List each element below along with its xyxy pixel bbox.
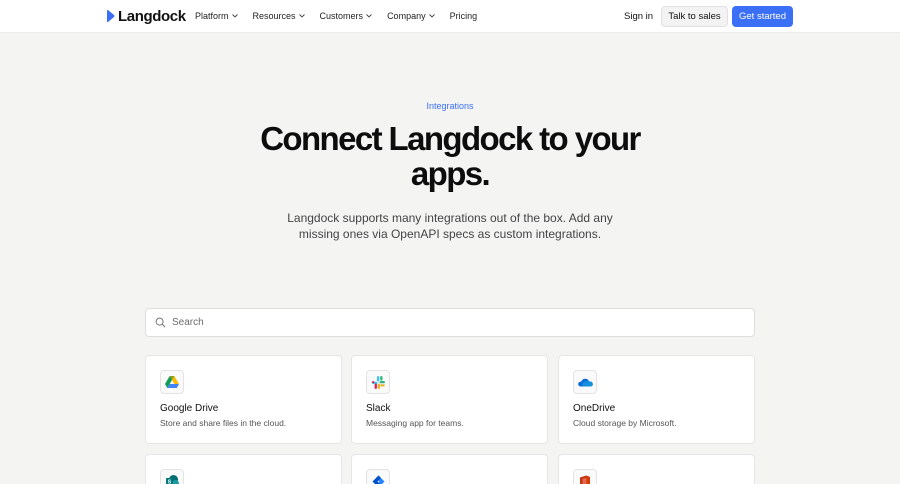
card-title: OneDrive: [573, 403, 616, 414]
page-title: Connect Langdock to your apps.: [260, 120, 641, 192]
search-icon: [155, 317, 166, 328]
section-eyebrow: Integrations: [426, 101, 474, 111]
card-icon-frame: [366, 370, 390, 394]
nav-item-resources[interactable]: Resources: [253, 11, 305, 21]
chevron-down-icon: [298, 14, 305, 18]
integration-card-slack[interactable]: Slack Messaging app for teams.: [351, 355, 548, 444]
search-bar: [145, 308, 755, 337]
nav-item-label: Resources: [252, 11, 296, 21]
nav-item-platform[interactable]: Platform: [195, 11, 238, 21]
nav-item-customers[interactable]: Customers: [320, 11, 373, 21]
logo[interactable]: Langdock: [107, 8, 186, 25]
talk-to-sales-button[interactable]: Talk to sales: [661, 6, 728, 27]
top-nav: Langdock Platform Resources Customers Co…: [0, 0, 900, 33]
search-input[interactable]: [172, 317, 732, 328]
integration-card-office[interactable]: [558, 454, 755, 484]
office-icon: [580, 475, 590, 484]
nav-item-label: Customers: [319, 11, 364, 21]
svg-text:S: S: [167, 479, 171, 484]
nav-item-company[interactable]: Company: [387, 11, 435, 21]
logo-text: Langdock: [118, 8, 186, 25]
nav-item-label: Company: [387, 11, 426, 21]
jira-icon: [372, 475, 384, 484]
chevron-down-icon: [231, 14, 238, 18]
card-icon-frame: [366, 469, 390, 484]
sign-in-link[interactable]: Sign in: [624, 11, 653, 22]
card-description: Store and share files in the cloud.: [160, 418, 287, 428]
card-icon-frame: [573, 370, 597, 394]
integration-card-jira[interactable]: [351, 454, 548, 484]
card-icon-frame: [573, 469, 597, 484]
sharepoint-icon: S: [165, 474, 179, 484]
integration-card-google-drive[interactable]: Google Drive Store and share files in th…: [145, 355, 342, 444]
integration-card-onedrive[interactable]: OneDrive Cloud storage by Microsoft.: [558, 355, 755, 444]
nav-item-label: Pricing: [449, 11, 478, 21]
card-description: Cloud storage by Microsoft.: [573, 418, 677, 428]
chevron-down-icon: [428, 14, 435, 18]
integration-card-sharepoint[interactable]: S: [145, 454, 342, 484]
card-title: Google Drive: [160, 403, 219, 414]
page-subtitle: Langdock supports many integrations out …: [287, 211, 613, 241]
card-icon-frame: S: [160, 469, 184, 484]
langdock-logo-icon: [107, 10, 115, 23]
google-drive-icon: [165, 376, 179, 388]
card-description: Messaging app for teams.: [366, 418, 464, 428]
nav-item-label: Platform: [195, 11, 229, 21]
slack-icon: [371, 375, 385, 389]
chevron-down-icon: [366, 14, 372, 18]
get-started-button[interactable]: Get started: [732, 6, 793, 27]
nav-menu: Platform Resources Customers Company Pri…: [195, 11, 492, 21]
card-title: Slack: [366, 403, 391, 414]
nav-item-pricing[interactable]: Pricing: [450, 11, 478, 21]
card-icon-frame: [160, 370, 184, 394]
onedrive-icon: [577, 378, 593, 387]
